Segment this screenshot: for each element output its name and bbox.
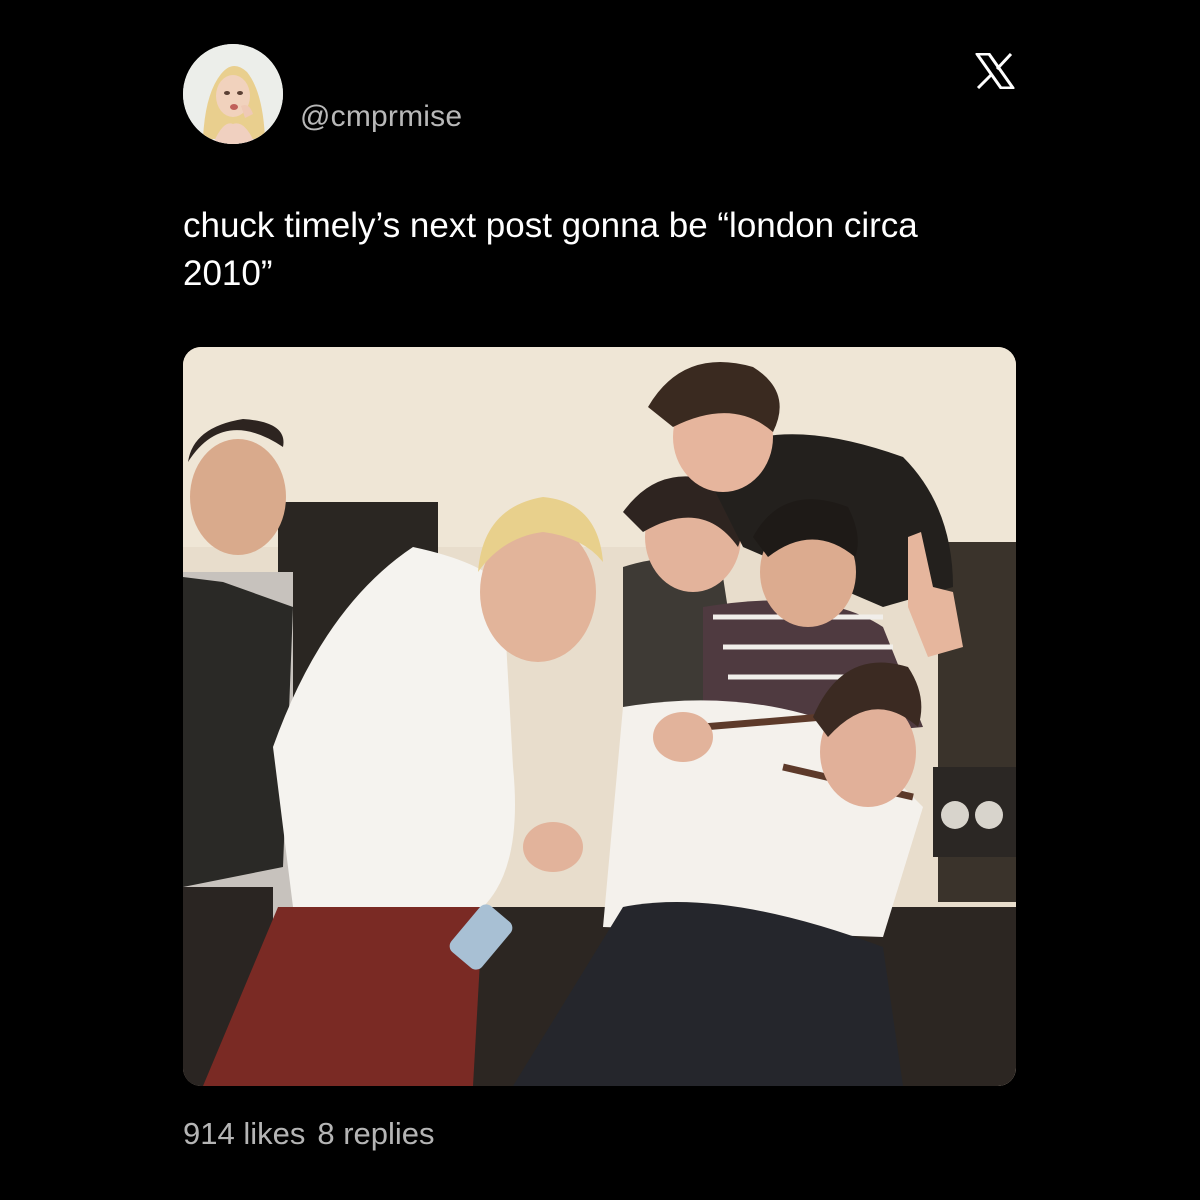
post-photo[interactable] <box>183 347 1016 1086</box>
user-handle[interactable]: @cmprmise <box>300 100 462 134</box>
likes-count[interactable]: 914 likes <box>183 1116 305 1151</box>
post-text: chuck timely’s next post gonna be “londo… <box>183 206 918 293</box>
group-photo-image <box>183 347 1016 1086</box>
profile-avatar[interactable] <box>183 44 283 144</box>
avatar-photo-icon <box>183 44 283 144</box>
replies-count[interactable]: 8 replies <box>317 1116 434 1151</box>
post-stats: 914 likes 8 replies <box>183 1116 447 1152</box>
x-logo-icon[interactable] <box>975 52 1015 90</box>
